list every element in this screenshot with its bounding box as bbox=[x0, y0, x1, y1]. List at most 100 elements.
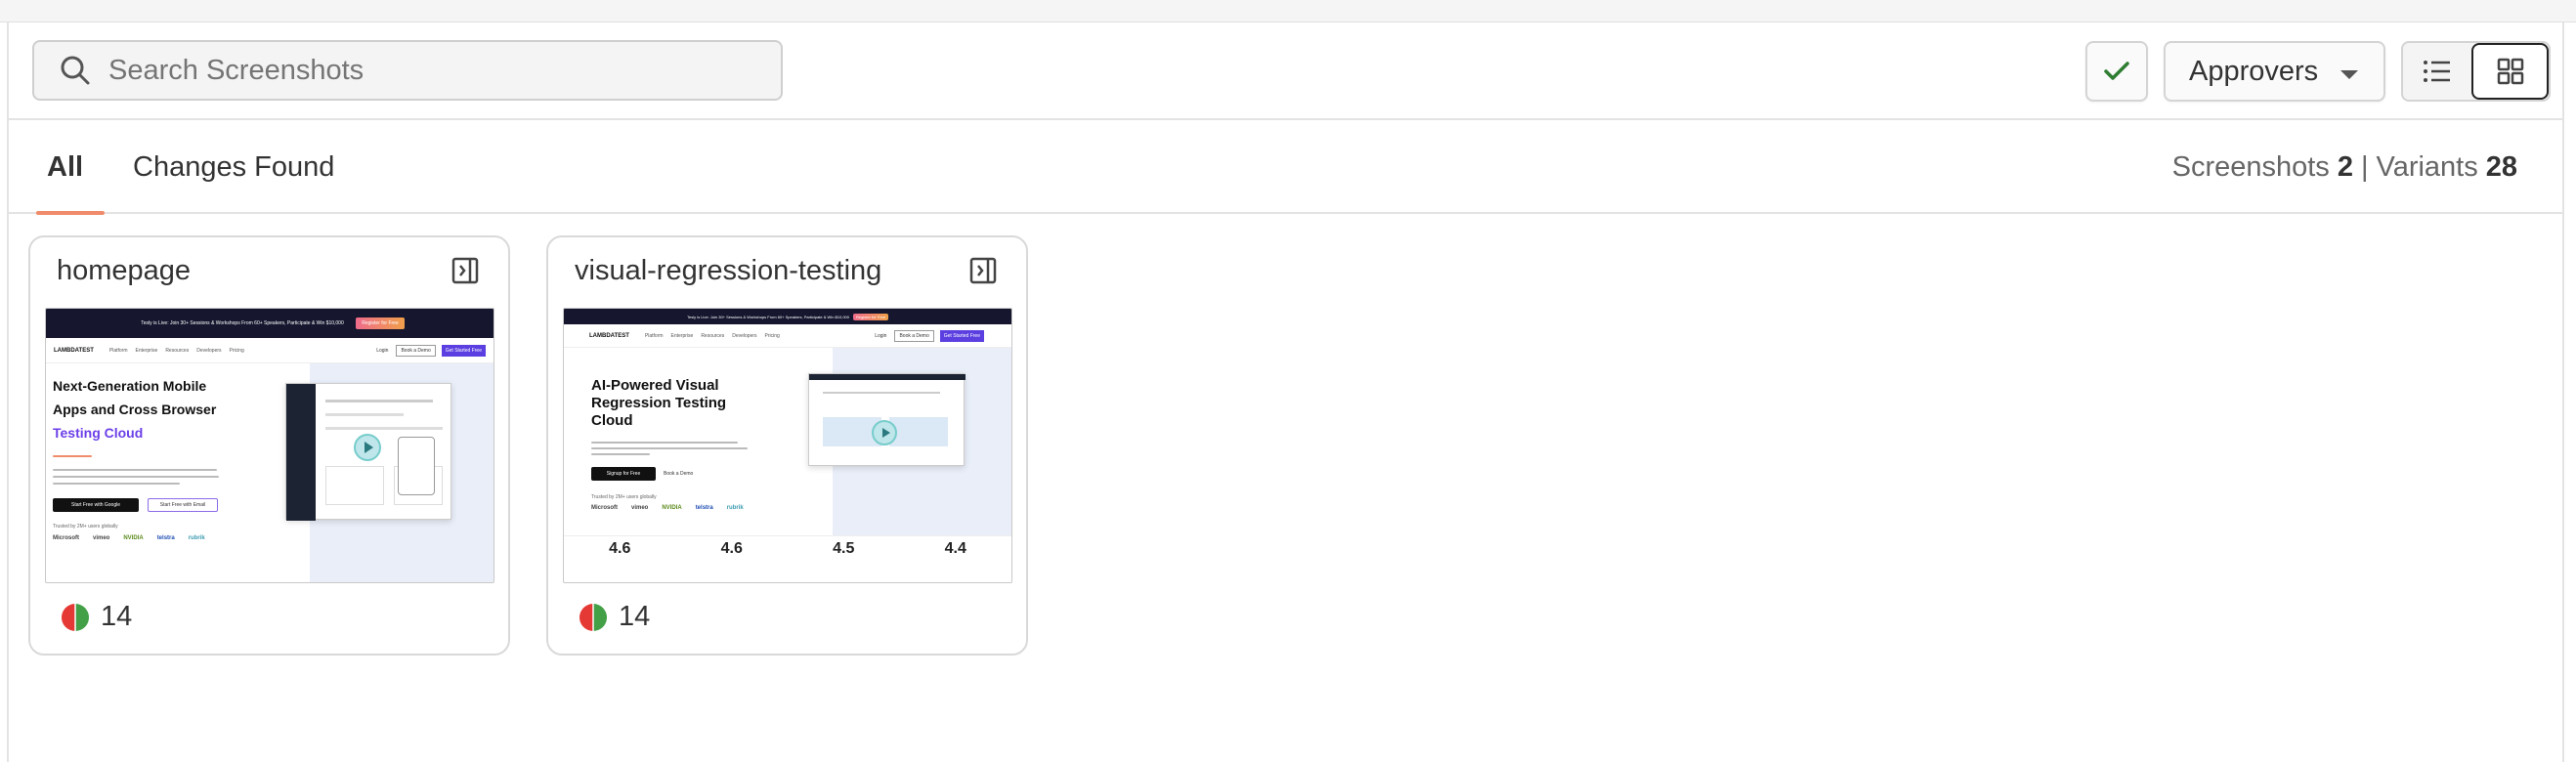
thumb-logo-item: NVIDIA bbox=[123, 535, 144, 541]
tab-changes-found[interactable]: Changes Found bbox=[133, 120, 334, 214]
thumb-nav-item: Enterprise bbox=[670, 332, 694, 339]
screenshots-panel: Approvers All bbox=[7, 22, 2564, 762]
thumb-banner: Tesly is Live: Join 30+ Sessions & Works… bbox=[46, 309, 494, 338]
variant-count: 14 bbox=[101, 601, 133, 632]
grid-icon bbox=[2497, 58, 2523, 85]
variants-label: Variants bbox=[2376, 150, 2478, 183]
thumb-text-line bbox=[591, 453, 650, 455]
screenshot-card[interactable]: homepage Tesly is Live: Join 30+ Session… bbox=[28, 235, 510, 656]
thumb-logo-item: vimeo bbox=[631, 505, 649, 511]
thumb-nav-item: Pricing bbox=[764, 332, 780, 339]
thumb-heading-accent: Testing Cloud bbox=[53, 425, 144, 441]
thumb-nav-items: Platform Enterprise Resources Developers… bbox=[645, 333, 780, 339]
separator: | bbox=[2360, 150, 2369, 183]
thumb-banner-button: Register for Free bbox=[853, 313, 889, 320]
screenshots-label: Screenshots bbox=[2171, 150, 2330, 183]
tab-all-label: All bbox=[47, 150, 84, 183]
thumb-nav-items: Platform Enterprise Resources Developers… bbox=[109, 348, 244, 354]
thumb-hero: AI-Powered Visual Regression Testing Clo… bbox=[564, 348, 1011, 535]
thumb-logo-item: Microsoft bbox=[591, 505, 618, 511]
status-pie-icon bbox=[580, 603, 607, 631]
toolbar: Approvers bbox=[9, 22, 2562, 120]
thumb-hero-text: AI-Powered Visual Regression Testing Clo… bbox=[591, 377, 767, 511]
thumb-signup-label: Signup for Free bbox=[606, 471, 641, 477]
thumb-logo-item: NVIDIA bbox=[662, 505, 682, 511]
thumb-logo-item: telstra bbox=[156, 535, 175, 541]
thumb-trusted: Trusted by 2M+ users globally bbox=[53, 524, 118, 529]
thumb-rating: 4.6 bbox=[609, 540, 631, 557]
screenshot-name: homepage bbox=[57, 255, 192, 286]
thumb-nav-item: Developers bbox=[196, 347, 222, 354]
variant-status: 14 bbox=[578, 601, 650, 633]
thumb-text-line bbox=[591, 442, 738, 444]
thumb-banner-text: Tesly is Live: Join 30+ Sessions & Works… bbox=[141, 320, 344, 326]
thumb-heading-2: Regression Testing bbox=[591, 395, 727, 411]
variant-count: 14 bbox=[619, 601, 651, 632]
tab-all[interactable]: All bbox=[36, 120, 105, 215]
top-strip bbox=[0, 0, 2576, 22]
thumb-nav: LAMBDATEST Platform Enterprise Resources… bbox=[46, 338, 494, 363]
thumb-rating: 4.5 bbox=[833, 540, 855, 557]
tab-changes-found-label: Changes Found bbox=[133, 150, 335, 183]
thumb-heading-2: Apps and Cross Browser bbox=[53, 402, 217, 417]
thumb-play-button bbox=[354, 434, 381, 461]
thumb-ratings: 4.6 4.6 4.5 4.4 bbox=[564, 535, 1011, 558]
thumb-logo-item: rubrik bbox=[726, 505, 744, 511]
thumb-hero: Next-Generation Mobile Apps and Cross Br… bbox=[46, 363, 494, 582]
screenshot-thumbnail[interactable]: Tesly is Live: Join 30+ Sessions & Works… bbox=[45, 308, 494, 583]
search-input[interactable] bbox=[108, 54, 753, 87]
screenshot-card[interactable]: visual-regression-testing Tesly is Live:… bbox=[546, 235, 1028, 656]
thumb-divider bbox=[53, 455, 92, 457]
thumb-nav-item: Pricing bbox=[229, 347, 244, 354]
thumb-logos: Microsoft vimeo NVIDIA telstra rubrik bbox=[53, 535, 258, 541]
thumb-google-label: Start Free with Google bbox=[70, 502, 121, 508]
thumb-nav-item: Resources bbox=[165, 347, 190, 354]
variants-count: 28 bbox=[2485, 150, 2517, 183]
thumb-logo-item: telstra bbox=[695, 505, 713, 511]
thumb-logo-item: rubrik bbox=[188, 535, 205, 541]
view-toggle bbox=[2401, 41, 2551, 102]
thumb-rating: 4.4 bbox=[944, 540, 966, 557]
thumb-logos: Microsoft vimeo NVIDIA telstra rubrik bbox=[591, 505, 767, 511]
approvers-dropdown[interactable]: Approvers bbox=[2164, 41, 2385, 102]
thumb-heading-1: AI-Powered Visual bbox=[591, 377, 719, 394]
open-panel-icon[interactable] bbox=[451, 257, 479, 284]
thumb-login: Login bbox=[875, 332, 887, 339]
thumb-demo-link: Book a Demo bbox=[664, 471, 694, 477]
tabs-bar: All Changes Found Screenshots 2 | Varian… bbox=[9, 120, 2562, 215]
thumb-banner: Tesly is Live: Join 30+ Sessions & Works… bbox=[564, 309, 1011, 324]
thumb-google-button: Start Free with Google bbox=[53, 498, 139, 512]
thumb-logo: LAMBDATEST bbox=[589, 332, 629, 339]
thumb-cta: Get Started Free bbox=[441, 344, 486, 357]
thumb-text-line bbox=[591, 447, 748, 449]
thumb-banner-button: Register for Free bbox=[356, 318, 405, 329]
thumb-demo: Book a Demo bbox=[894, 329, 934, 342]
check-icon bbox=[2104, 62, 2129, 80]
thumb-nav-item: Platform bbox=[108, 347, 128, 354]
list-view-button[interactable] bbox=[2403, 43, 2471, 100]
screenshot-thumbnail[interactable]: Tesly is Live: Join 30+ Sessions & Works… bbox=[563, 308, 1012, 583]
thumb-trusted: Trusted by 2M+ users globally bbox=[591, 494, 657, 500]
summary-counts: Screenshots 2 | Variants 28 bbox=[2172, 120, 2517, 214]
thumb-nav-item: Developers bbox=[732, 332, 757, 339]
thumb-nav: LAMBDATEST Platform Enterprise Resources… bbox=[564, 324, 1011, 348]
status-pie-icon bbox=[62, 603, 89, 631]
thumb-login: Login bbox=[376, 347, 389, 354]
thumb-logo: LAMBDATEST bbox=[54, 347, 94, 354]
search-box[interactable] bbox=[32, 40, 783, 101]
approve-filter-button[interactable] bbox=[2085, 41, 2148, 102]
thumb-heading-3: Cloud bbox=[591, 412, 633, 429]
open-panel-icon[interactable] bbox=[969, 257, 997, 284]
thumb-play-button bbox=[872, 420, 897, 445]
thumb-buttons: Signup for Free Book a Demo bbox=[591, 467, 767, 481]
thumb-logo-item: Microsoft bbox=[53, 535, 79, 541]
thumb-buttons: Start Free with Google Start Free with E… bbox=[53, 498, 258, 512]
thumb-nav-item: Resources bbox=[701, 332, 725, 339]
grid-view-button[interactable] bbox=[2471, 43, 2549, 100]
thumb-text-line bbox=[53, 469, 217, 471]
thumb-nav-item: Platform bbox=[644, 332, 664, 339]
thumb-banner-text: Tesly is Live: Join 30+ Sessions & Works… bbox=[686, 314, 849, 319]
thumb-nav-item: Enterprise bbox=[135, 347, 158, 354]
screenshot-name: visual-regression-testing bbox=[575, 255, 882, 286]
thumb-text-line bbox=[53, 476, 219, 478]
